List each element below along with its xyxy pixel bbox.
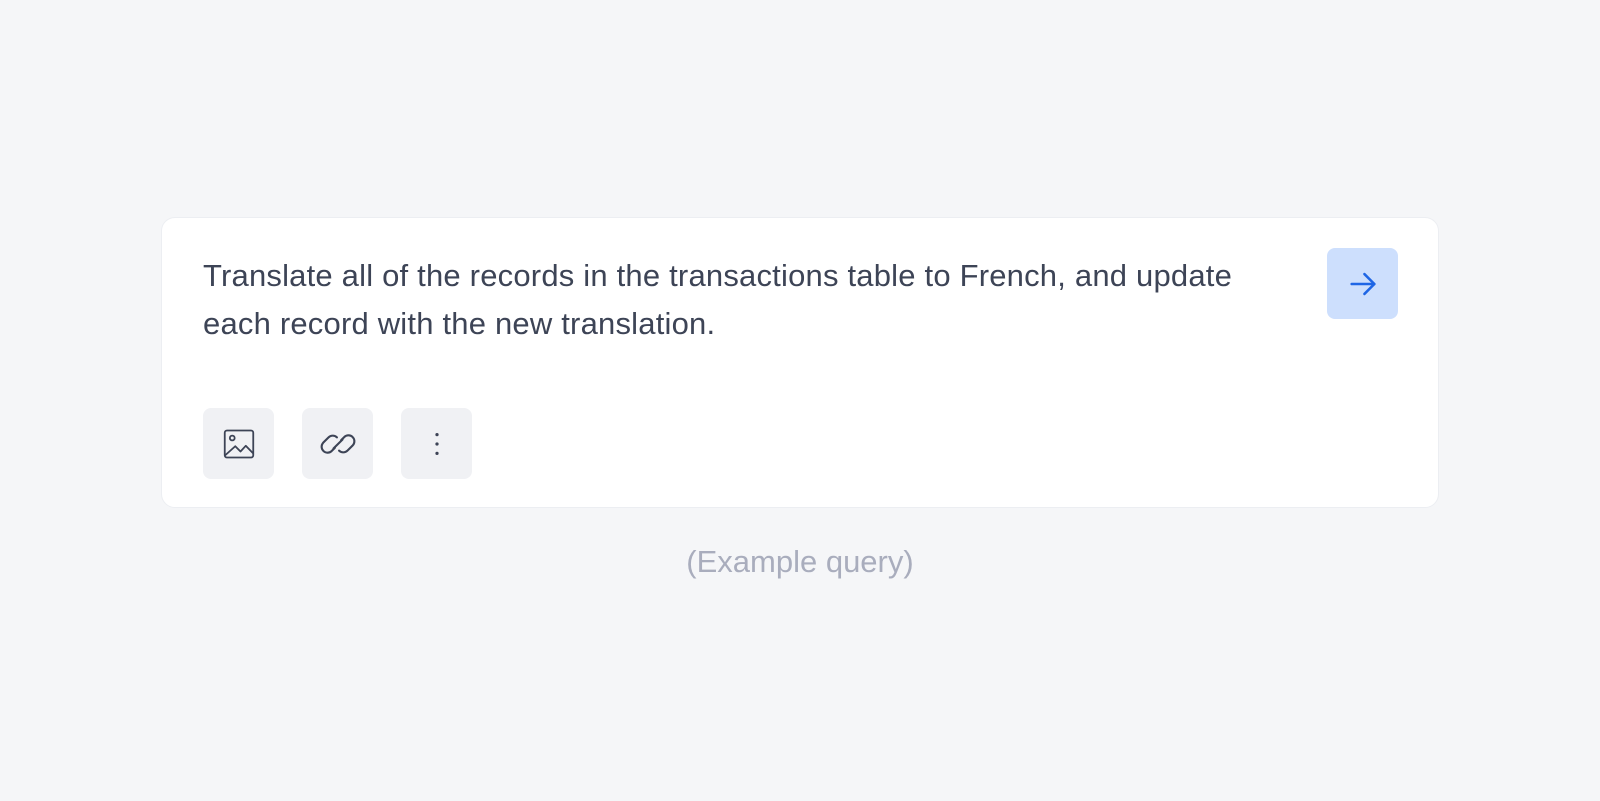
image-icon bbox=[221, 426, 257, 462]
query-composer: Translate all of the records in the tran… bbox=[161, 217, 1439, 508]
link-icon bbox=[317, 423, 359, 465]
arrow-right-icon bbox=[1346, 267, 1380, 301]
caption: (Example query) bbox=[686, 544, 914, 579]
send-button[interactable] bbox=[1327, 248, 1398, 319]
page: Translate all of the records in the tran… bbox=[0, 0, 1600, 801]
add-image-button[interactable] bbox=[203, 408, 274, 479]
query-input[interactable]: Translate all of the records in the tran… bbox=[203, 252, 1243, 348]
add-link-button[interactable] bbox=[302, 408, 373, 479]
more-options-button[interactable] bbox=[401, 408, 472, 479]
more-vertical-icon bbox=[422, 429, 452, 459]
